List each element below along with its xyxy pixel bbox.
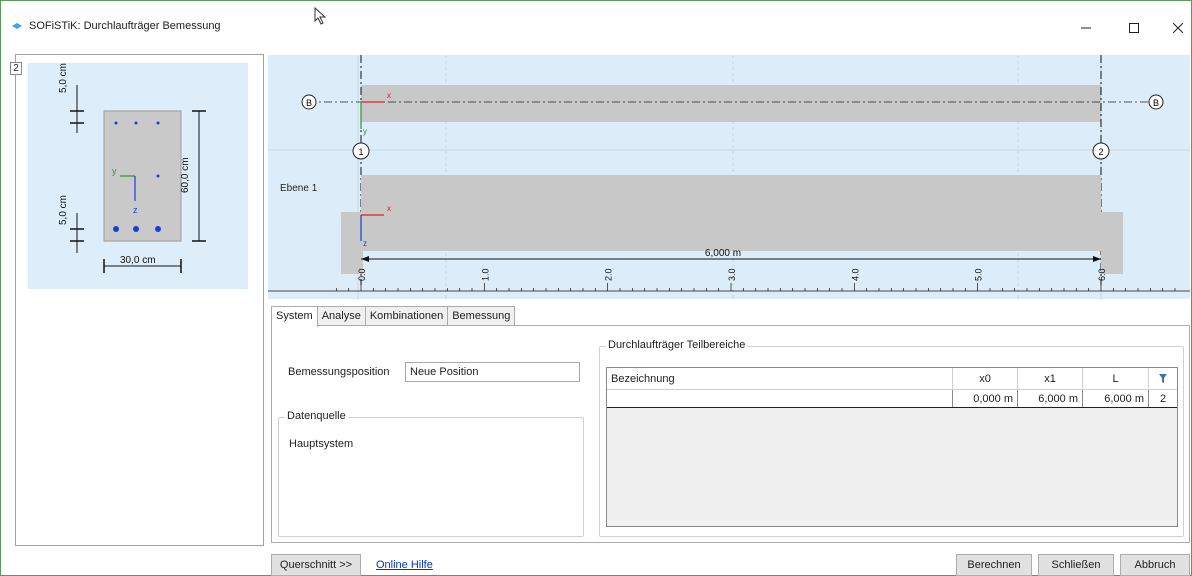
position-input[interactable] [405,362,580,382]
mouse-cursor-icon [314,7,327,25]
close-icon [1173,23,1183,33]
tab-system[interactable]: System [271,306,318,327]
ruler-tick-label: 0.0 [357,268,367,281]
cell-l[interactable]: 6,000 m [1083,390,1149,407]
support-1-label: 1 [358,147,363,157]
cross-section-panel: y z 60,0 cm 30,0 cm 5,0 cm 5,0 cm [15,54,264,546]
maximize-button[interactable] [1119,15,1149,41]
table-header: Bezeichnung x0 x1 L [607,368,1177,390]
cross-section-view: y z 60,0 cm 30,0 cm 5,0 cm 5,0 cm [28,63,248,289]
teilbereiche-group: Durchlaufträger Teilbereiche Bezeichnung… [599,339,1184,537]
axis-label-b-left: B [306,98,312,108]
ruler-tick-label: 3.0 [727,268,737,281]
datenquelle-value[interactable]: Hauptsystem [289,438,353,450]
section-height-label: 60,0 cm [180,157,191,193]
section-width-label: 30,0 cm [120,255,156,266]
cell-bezeichnung[interactable] [607,390,953,407]
abbruch-button[interactable]: Abbruch [1120,554,1190,576]
datenquelle-group: Datenquelle Hauptsystem [278,410,584,537]
section-bottom-cover-label: 5,0 cm [58,195,69,225]
ruler-tick-label: 4.0 [850,268,860,281]
dialog-window: SOFiSTiK: Durchlaufträger Bemessung y z … [0,0,1192,576]
minimize-icon [1081,27,1091,29]
section-axis-y-label: y [112,166,117,176]
sofistik-diamond-icon [12,23,22,29]
cross-section-drawing: y z 60,0 cm 30,0 cm 5,0 cm 5,0 cm [58,63,206,273]
tab-analyse[interactable]: Analyse [316,306,366,326]
position-label: Bemessungsposition [288,366,390,378]
title-bar: SOFiSTiK: Durchlaufträger Bemessung [1,1,1191,41]
column-header-l[interactable]: L [1083,368,1149,389]
table-row[interactable]: 0,000 m 6,000 m 6,000 m 2 [607,390,1177,408]
ruler-tick-label: 6.0 [1097,268,1107,281]
close-button[interactable] [1163,15,1192,41]
schliessen-button[interactable]: Schließen [1038,554,1114,576]
window-title: SOFiSTiK: Durchlaufträger Bemessung [29,20,221,32]
tab-bar: System Analyse Kombinationen Bemessung [271,306,516,327]
cell-count[interactable]: 2 [1149,390,1177,407]
maximize-icon [1129,23,1139,33]
ruler: 0.0 1.0 2.0 3.0 4.0 5.0 6.0 [335,268,1176,291]
cell-x1[interactable]: 6,000 m [1018,390,1083,407]
cell-x0[interactable]: 0,000 m [953,390,1018,407]
querschnitt-button[interactable]: Querschnitt >> [271,554,361,576]
span-length-label: 6,000 m [705,248,741,259]
column-header-x0[interactable]: x0 [953,368,1018,389]
berechnen-button[interactable]: Berechnen [956,554,1032,576]
plan-axis-y-label: y [363,127,367,136]
filter-button[interactable] [1149,368,1177,389]
system-view[interactable]: B B x y 1 2 Ebene 1 x z 6,000 m 0.0 1.0 … [268,55,1190,299]
section-axis-z-label: z [133,205,138,215]
section-top-cover-label: 5,0 cm [58,63,69,93]
elevation-axis-z-label: z [363,239,367,248]
ruler-tick-label: 5.0 [974,268,984,281]
plan-axis-x-label: x [387,91,391,100]
cross-section-number: 2 [10,62,22,75]
system-tab-panel: Bemessungsposition Datenquelle Hauptsyst… [271,325,1190,543]
elevation-axis-x-label: x [387,204,391,213]
tab-bemessung[interactable]: Bemessung [447,306,516,326]
ruler-tick-label: 1.0 [480,268,490,281]
online-hilfe-link[interactable]: Online Hilfe [376,559,433,571]
level-label: Ebene 1 [280,183,318,194]
minimize-button[interactable] [1071,15,1101,41]
axis-label-b-right: B [1153,98,1159,108]
support-2-label: 2 [1098,147,1103,157]
system-drawing: B B x y 1 2 Ebene 1 x z 6,000 m 0.0 1.0 … [268,55,1190,299]
filter-icon [1159,374,1167,383]
datenquelle-title: Datenquelle [285,410,348,422]
section-rectangle [103,110,182,242]
teilbereiche-table[interactable]: Bezeichnung x0 x1 L 0,000 m 6,000 m 6,00… [606,367,1178,527]
ruler-tick-label: 2.0 [604,268,614,281]
teilbereiche-title: Durchlaufträger Teilbereiche [606,339,748,351]
tab-kombinationen[interactable]: Kombinationen [364,306,449,326]
column-header-x1[interactable]: x1 [1018,368,1083,389]
column-header-bezeichnung[interactable]: Bezeichnung [607,368,953,389]
